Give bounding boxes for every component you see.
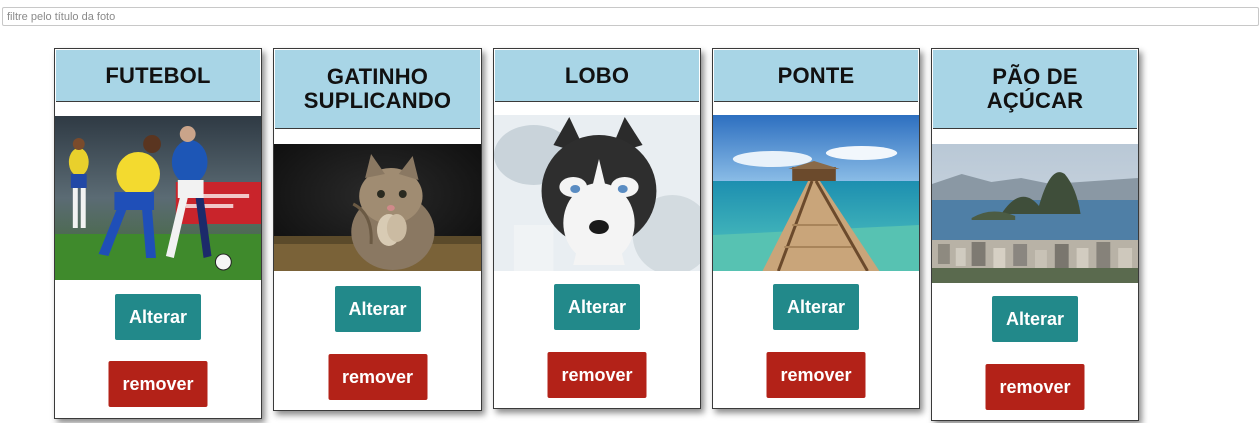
photo-card: PONTE Alterar remover [712,48,920,409]
photo-card: LOBO Alterar remover [493,48,701,409]
sugarloaf-mountain-photo [932,144,1138,283]
photo-card: GATINHO SUPLICANDO Alterar remover [273,48,482,411]
husky-wolf-photo [494,115,700,271]
photo-filter-input[interactable] [2,7,1259,26]
soccer-players-photo [55,116,261,280]
alter-button[interactable]: Alterar [773,284,859,330]
alter-button[interactable]: Alterar [992,296,1078,342]
remove-button[interactable]: remover [547,352,647,398]
photo-card: FUTEBOL Alterar remover [54,48,262,419]
remove-button[interactable]: remover [985,364,1085,410]
pier-bridge-photo [713,115,919,271]
alter-button[interactable]: Alterar [115,294,201,340]
alter-button[interactable]: Alterar [554,284,640,330]
photo-card: PÃO DE AÇÚCAR Alterar remover [931,48,1139,421]
remove-button[interactable]: remover [766,352,866,398]
photo-card-title: PÃO DE AÇÚCAR [933,50,1137,129]
remove-button[interactable]: remover [108,361,208,407]
photo-card-title: PONTE [714,50,918,102]
remove-button[interactable]: remover [328,354,427,400]
photo-card-title: FUTEBOL [56,50,260,102]
alter-button[interactable]: Alterar [334,286,421,332]
photo-card-title: LOBO [495,50,699,102]
begging-kitten-photo [274,144,481,271]
photo-card-title: GATINHO SUPLICANDO [275,50,480,129]
